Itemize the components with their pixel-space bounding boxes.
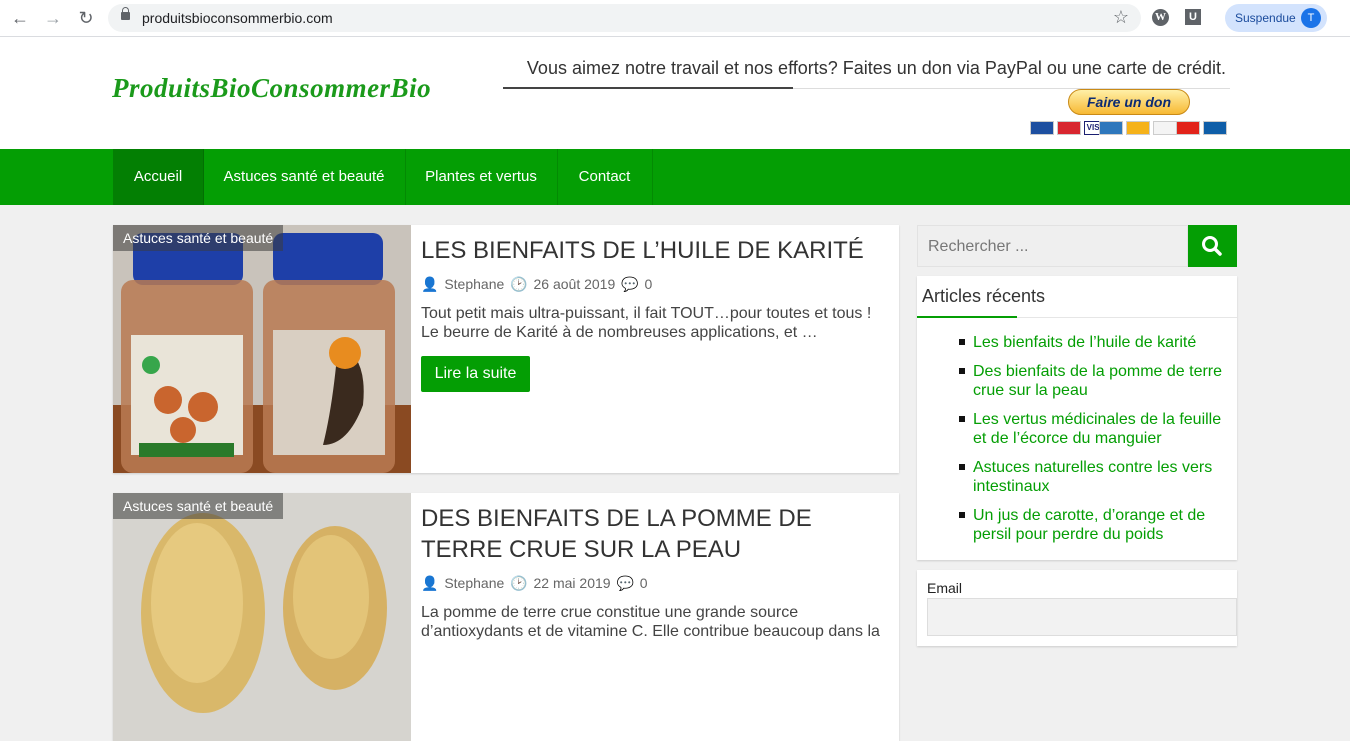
nav-item-contact[interactable]: Contact	[557, 149, 653, 205]
bookmark-star-icon[interactable]: ☆	[1113, 7, 1129, 28]
recent-article-link[interactable]: Des bienfaits de la pomme de terre crue …	[959, 362, 1229, 400]
divider	[917, 316, 1017, 318]
post-date[interactable]: 26 août 2019	[534, 276, 616, 292]
search-button[interactable]	[1188, 225, 1237, 267]
recent-article-link[interactable]: Les bienfaits de l’huile de karité	[959, 333, 1229, 352]
address-bar[interactable]: produitsbioconsommerbio.com ☆	[108, 4, 1141, 32]
email-label: Email	[927, 580, 963, 596]
reload-icon[interactable]: ↻	[76, 8, 96, 28]
site-header: ProduitsBioConsommerBio Vous aimez notre…	[0, 37, 1350, 149]
post-thumbnail[interactable]: Astuces santé et beauté	[113, 493, 411, 741]
nav-item-plantes[interactable]: Plantes et vertus	[405, 149, 558, 205]
cofinoga-card-icon	[1153, 121, 1177, 135]
post-title[interactable]: DES BIENFAITS DE LA POMME DE TERRE CRUE …	[421, 503, 881, 565]
potatoes-image	[113, 493, 411, 741]
search-input[interactable]: Rechercher ...	[917, 225, 1188, 267]
comments-icon: 💬	[616, 575, 634, 591]
divider	[503, 87, 793, 89]
post-title[interactable]: LES BIENFAITS DE L’HUILE DE KARITÉ	[421, 235, 881, 266]
widget-title: Articles récents	[922, 286, 1046, 306]
search-icon	[1202, 236, 1222, 256]
post-author[interactable]: Stephane	[444, 575, 504, 591]
newsletter-widget: Email	[917, 570, 1237, 646]
avatar: T	[1301, 8, 1321, 28]
back-arrow-icon[interactable]: ←	[10, 8, 30, 28]
main-navigation: Accueil Astuces santé et beauté Plantes …	[0, 149, 1350, 205]
maestro-card-icon	[1030, 121, 1054, 135]
post-meta: 👤 Stephane 🕑 26 août 2019 💬 0	[421, 276, 654, 293]
email-field[interactable]	[927, 598, 1237, 636]
recent-article-link[interactable]: Les vertus médicinales de la feuille et …	[959, 410, 1229, 448]
wordpress-extension-icon[interactable]: W	[1152, 9, 1169, 26]
site-logo[interactable]: ProduitsBioConsommerBio	[112, 73, 431, 104]
browser-toolbar: ← → ↻ produitsbioconsommerbio.com ☆ W U …	[0, 0, 1350, 37]
recent-article-link[interactable]: Un jus de carotte, d’orange et de persil…	[959, 506, 1229, 544]
post-thumbnail[interactable]: Astuces santé et beauté	[113, 225, 411, 473]
carte-bleue-icon	[1126, 121, 1150, 135]
profile-label: Suspendue	[1235, 11, 1296, 25]
forward-arrow-icon[interactable]: →	[43, 8, 63, 28]
post-card: Astuces santé et beauté DES BIENFAITS DE…	[113, 493, 899, 741]
recent-articles-list: Les bienfaits de l’huile de karité Des b…	[959, 333, 1229, 554]
user-icon: 👤	[421, 276, 439, 292]
read-more-button[interactable]: Lire la suite	[421, 356, 530, 392]
profile-button[interactable]: Suspendue T	[1225, 4, 1327, 32]
donate-message: Vous aimez notre travail et nos efforts?…	[526, 58, 1226, 78]
comment-count[interactable]: 0	[644, 276, 652, 292]
post-meta: 👤 Stephane 🕑 22 mai 2019 💬 0	[421, 575, 650, 592]
u-extension-icon[interactable]: U	[1185, 9, 1201, 25]
aurore-card-icon	[1176, 121, 1200, 135]
cb-card-icon	[1203, 121, 1227, 135]
post-date[interactable]: 22 mai 2019	[534, 575, 611, 591]
clock-icon: 🕑	[510, 276, 528, 292]
search-placeholder: Rechercher ...	[928, 238, 1029, 255]
clock-icon: 🕑	[510, 575, 528, 591]
paypal-donate-button[interactable]: Faire un don	[1068, 89, 1190, 115]
post-excerpt: La pomme de terre crue constitue une gra…	[421, 604, 880, 640]
post-author[interactable]: Stephane	[444, 276, 504, 292]
mastercard-icon	[1057, 121, 1081, 135]
recent-article-link[interactable]: Astuces naturelles contre les vers intes…	[959, 458, 1229, 496]
category-badge[interactable]: Astuces santé et beauté	[113, 493, 284, 519]
lock-icon	[121, 7, 130, 20]
post-excerpt: Tout petit mais ultra-puissant, il fait …	[421, 305, 872, 341]
nav-item-accueil[interactable]: Accueil	[113, 149, 204, 205]
comments-icon: 💬	[621, 276, 639, 292]
post-card: Astuces santé et beauté LES BIENFAITS DE…	[113, 225, 899, 473]
divider	[1017, 317, 1237, 318]
category-badge[interactable]: Astuces santé et beauté	[113, 225, 284, 251]
amex-card-icon	[1099, 121, 1123, 135]
user-icon: 👤	[421, 575, 439, 591]
karite-jars-image	[113, 225, 411, 473]
nav-item-astuces[interactable]: Astuces santé et beauté	[203, 149, 406, 205]
url-text[interactable]: produitsbioconsommerbio.com	[142, 10, 333, 26]
comment-count[interactable]: 0	[640, 575, 648, 591]
recent-articles-widget: Articles récents Les bienfaits de l’huil…	[917, 276, 1237, 560]
